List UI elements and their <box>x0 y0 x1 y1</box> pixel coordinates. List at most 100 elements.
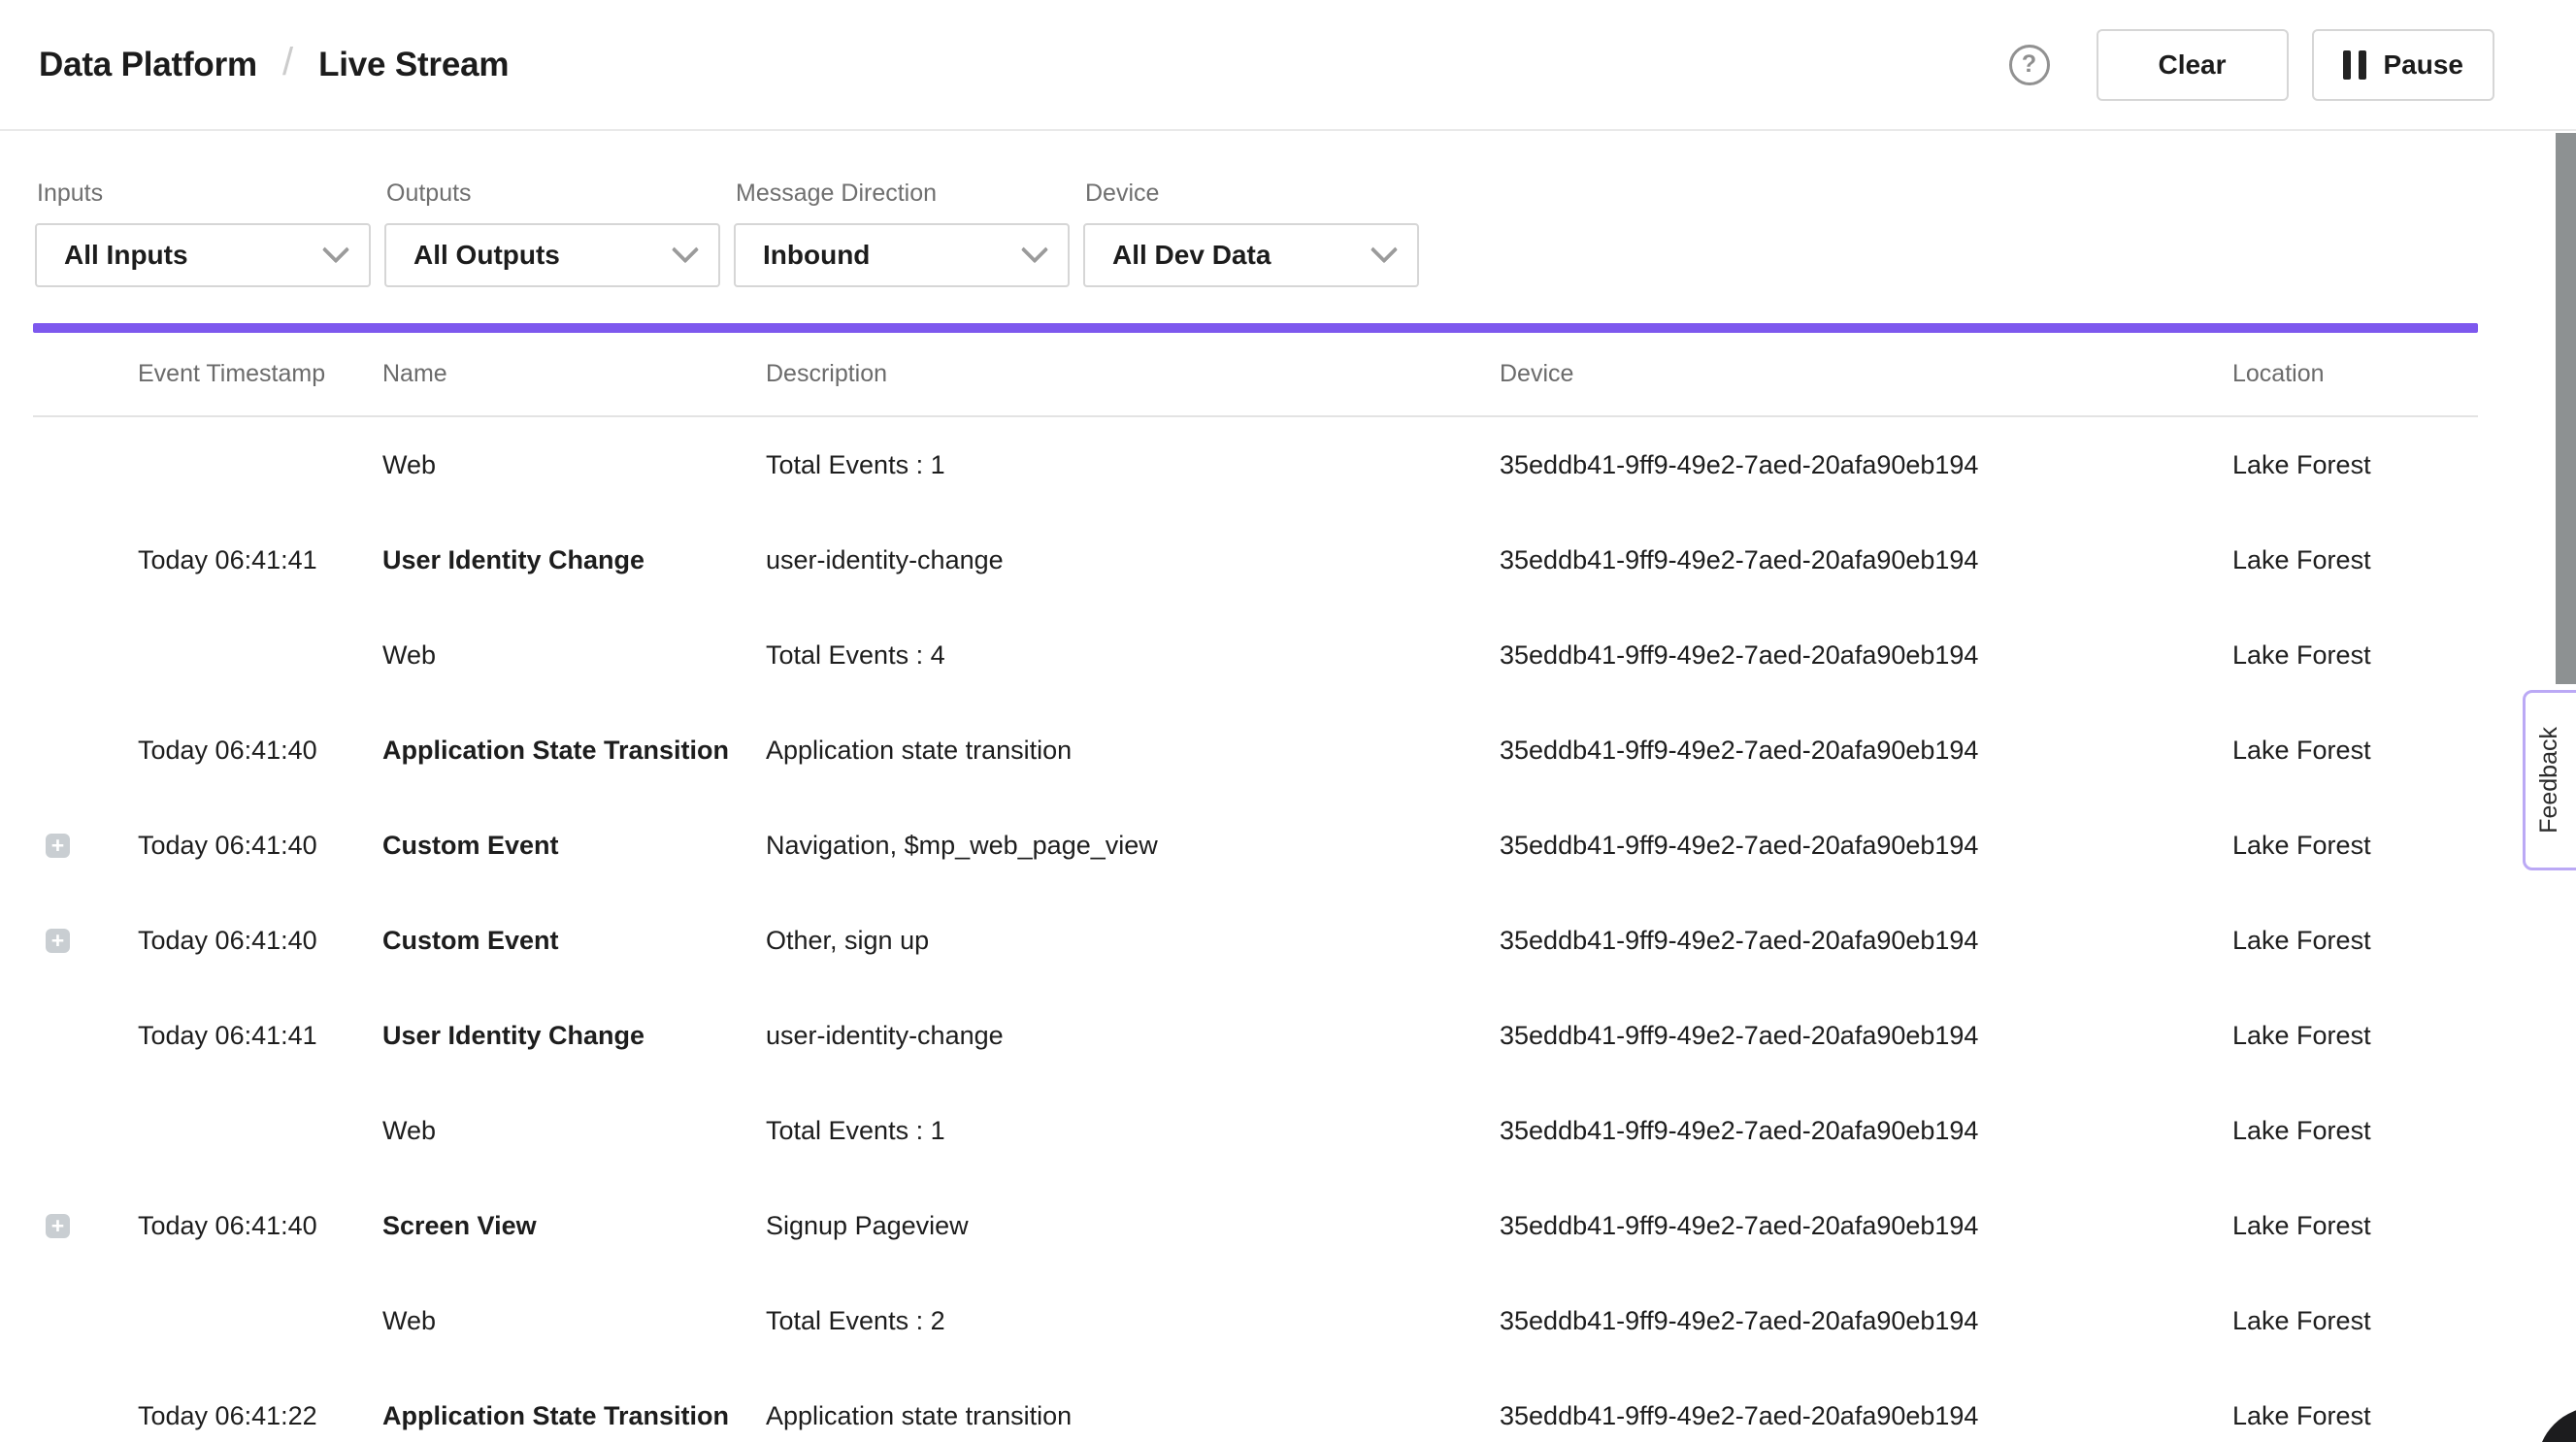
message-direction-dropdown[interactable]: Inbound <box>734 223 1070 287</box>
outputs-dropdown-value: All Outputs <box>413 240 560 271</box>
expand-plus-icon[interactable]: + <box>46 1214 70 1238</box>
table-header-row: Event Timestamp Name Description Device … <box>33 333 2478 417</box>
pause-button-label: Pause <box>2384 49 2464 81</box>
event-device-cell: 35eddb41-9ff9-49e2-7aed-20afa90eb194 <box>1500 736 2232 766</box>
chevron-down-icon <box>672 236 699 263</box>
event-device-cell: 35eddb41-9ff9-49e2-7aed-20afa90eb194 <box>1500 545 2232 575</box>
column-header-location: Location <box>2232 360 2478 388</box>
event-timestamp-cell: Today 06:41:22 <box>138 1401 382 1431</box>
event-device-cell: 35eddb41-9ff9-49e2-7aed-20afa90eb194 <box>1500 1306 2232 1336</box>
device-dropdown-value: All Dev Data <box>1112 240 1271 271</box>
event-device-cell: 35eddb41-9ff9-49e2-7aed-20afa90eb194 <box>1500 1116 2232 1146</box>
table-row[interactable]: + Today 06:41:40 Screen View Signup Page… <box>33 1178 2478 1273</box>
event-name-cell: User Identity Change <box>382 1021 766 1051</box>
vertical-scrollbar[interactable] <box>2556 133 2576 684</box>
event-description-cell: Application state transition <box>766 1401 1500 1431</box>
filter-inputs: Inputs All Inputs <box>35 131 371 287</box>
top-bar-actions: ? Clear Pause <box>2009 29 2495 101</box>
clear-button[interactable]: Clear <box>2097 29 2289 101</box>
event-timestamp-cell: Today 06:41:40 <box>138 926 382 956</box>
event-name-cell: Screen View <box>382 1211 766 1241</box>
event-description-cell: Navigation, $mp_web_page_view <box>766 831 1500 861</box>
event-description-cell: Application state transition <box>766 736 1500 766</box>
breadcrumb-separator: / <box>282 41 293 84</box>
table-body: Web Total Events : 1 35eddb41-9ff9-49e2-… <box>33 417 2478 1442</box>
event-location-cell: Lake Forest <box>2232 831 2478 861</box>
feedback-tab[interactable]: Feedback <box>2523 690 2576 870</box>
feedback-tab-label: Feedback <box>2535 727 2563 834</box>
event-timestamp-cell: Today 06:41:40 <box>138 831 382 861</box>
device-dropdown[interactable]: All Dev Data <box>1083 223 1419 287</box>
event-device-cell: 35eddb41-9ff9-49e2-7aed-20afa90eb194 <box>1500 1211 2232 1241</box>
table-row[interactable]: Today 06:41:40 Application State Transit… <box>33 703 2478 798</box>
filter-device-label: Device <box>1085 180 1419 208</box>
table-row[interactable]: Web Total Events : 1 35eddb41-9ff9-49e2-… <box>33 1083 2478 1178</box>
top-bar: Data Platform / Live Stream ? Clear Paus… <box>0 0 2576 131</box>
inputs-dropdown-value: All Inputs <box>64 240 188 271</box>
table-row[interactable]: Web Total Events : 2 35eddb41-9ff9-49e2-… <box>33 1273 2478 1368</box>
table-row[interactable]: Today 06:41:41 User Identity Change user… <box>33 988 2478 1083</box>
event-name-cell: User Identity Change <box>382 545 766 575</box>
table-row[interactable]: Today 06:41:41 User Identity Change user… <box>33 512 2478 607</box>
event-name-cell: Web <box>382 1306 766 1336</box>
event-timestamp-cell: Today 06:41:40 <box>138 1211 382 1241</box>
page-title: Live Stream <box>318 46 509 84</box>
message-direction-dropdown-value: Inbound <box>763 240 870 271</box>
event-location-cell: Lake Forest <box>2232 1306 2478 1336</box>
table-row[interactable]: Web Total Events : 4 35eddb41-9ff9-49e2-… <box>33 607 2478 703</box>
event-description-cell: Total Events : 2 <box>766 1306 1500 1336</box>
column-header-description: Description <box>766 360 1500 388</box>
event-location-cell: Lake Forest <box>2232 640 2478 671</box>
event-device-cell: 35eddb41-9ff9-49e2-7aed-20afa90eb194 <box>1500 1021 2232 1051</box>
breadcrumb: Data Platform / Live Stream <box>39 43 509 86</box>
event-description-cell: user-identity-change <box>766 545 1500 575</box>
event-name-cell: Web <box>382 1116 766 1146</box>
event-location-cell: Lake Forest <box>2232 1021 2478 1051</box>
event-name-cell: Web <box>382 450 766 480</box>
event-device-cell: 35eddb41-9ff9-49e2-7aed-20afa90eb194 <box>1500 640 2232 671</box>
column-header-name: Name <box>382 360 766 388</box>
inputs-dropdown[interactable]: All Inputs <box>35 223 371 287</box>
event-description-cell: Total Events : 1 <box>766 1116 1500 1146</box>
event-description-cell: Other, sign up <box>766 926 1500 956</box>
events-table: Event Timestamp Name Description Device … <box>33 333 2478 1442</box>
event-location-cell: Lake Forest <box>2232 1401 2478 1431</box>
column-header-event-timestamp: Event Timestamp <box>138 360 382 388</box>
event-timestamp-cell: Today 06:41:41 <box>138 1021 382 1051</box>
help-icon[interactable]: ? <box>2009 45 2050 85</box>
event-device-cell: 35eddb41-9ff9-49e2-7aed-20afa90eb194 <box>1500 1401 2232 1431</box>
event-location-cell: Lake Forest <box>2232 545 2478 575</box>
chevron-down-icon <box>322 236 349 263</box>
outputs-dropdown[interactable]: All Outputs <box>384 223 720 287</box>
filter-message-direction: Message Direction Inbound <box>734 131 1070 287</box>
chat-widget-icon[interactable] <box>2537 1407 2576 1442</box>
live-stream-page: Data Platform / Live Stream ? Clear Paus… <box>0 0 2576 1442</box>
table-row[interactable]: + Today 06:41:40 Custom Event Navigation… <box>33 798 2478 893</box>
clear-button-label: Clear <box>2158 49 2226 81</box>
event-description-cell: user-identity-change <box>766 1021 1500 1051</box>
event-name-cell: Custom Event <box>382 831 766 861</box>
table-row[interactable]: Web Total Events : 1 35eddb41-9ff9-49e2-… <box>33 417 2478 512</box>
live-activity-bar <box>33 323 2478 333</box>
event-location-cell: Lake Forest <box>2232 1211 2478 1241</box>
event-name-cell: Custom Event <box>382 926 766 956</box>
chevron-down-icon <box>1371 236 1398 263</box>
table-row[interactable]: Today 06:41:22 Application State Transit… <box>33 1368 2478 1442</box>
expand-plus-icon[interactable]: + <box>46 834 70 858</box>
event-device-cell: 35eddb41-9ff9-49e2-7aed-20afa90eb194 <box>1500 450 2232 480</box>
pause-icon <box>2343 50 2366 80</box>
filter-bar: Inputs All Inputs Outputs All Outputs Me… <box>35 131 1419 287</box>
event-device-cell: 35eddb41-9ff9-49e2-7aed-20afa90eb194 <box>1500 926 2232 956</box>
filter-inputs-label: Inputs <box>37 180 371 208</box>
event-location-cell: Lake Forest <box>2232 926 2478 956</box>
table-row[interactable]: + Today 06:41:40 Custom Event Other, sig… <box>33 893 2478 988</box>
event-name-cell: Application State Transition <box>382 736 766 766</box>
event-device-cell: 35eddb41-9ff9-49e2-7aed-20afa90eb194 <box>1500 831 2232 861</box>
event-description-cell: Total Events : 4 <box>766 640 1500 671</box>
expand-plus-icon[interactable]: + <box>46 929 70 953</box>
event-location-cell: Lake Forest <box>2232 736 2478 766</box>
filter-outputs: Outputs All Outputs <box>384 131 720 287</box>
pause-button[interactable]: Pause <box>2312 29 2495 101</box>
breadcrumb-data-platform[interactable]: Data Platform <box>39 46 257 84</box>
column-header-device: Device <box>1500 360 2232 388</box>
